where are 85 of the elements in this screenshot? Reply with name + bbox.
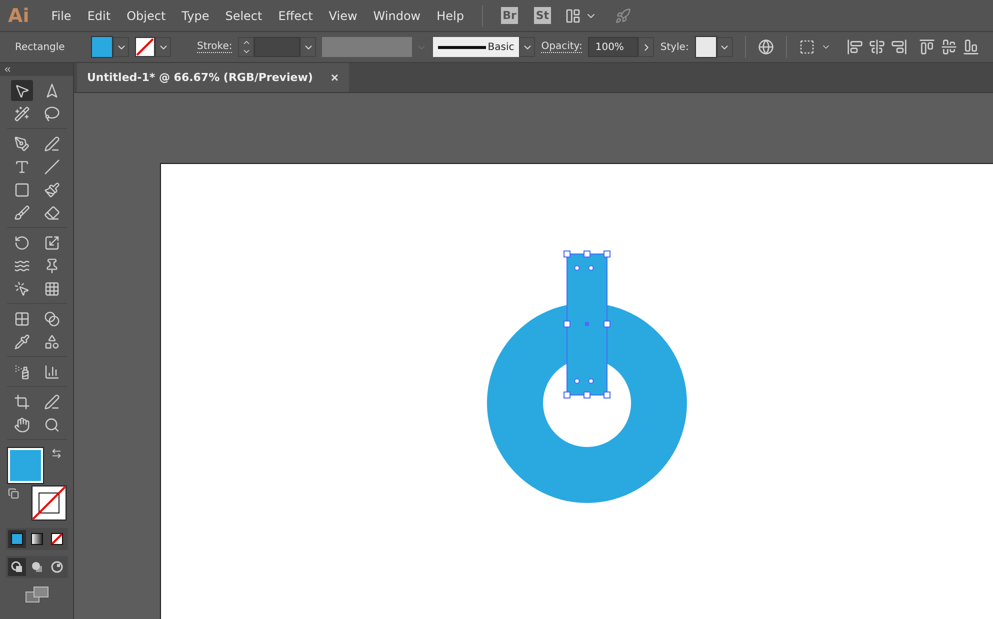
menu-item[interactable]: Object: [118, 8, 174, 22]
chevron-down-icon: [242, 47, 251, 56]
menu-item[interactable]: Type: [174, 8, 218, 22]
app-logo: Ai: [8, 4, 30, 26]
menu-item[interactable]: File: [43, 8, 80, 22]
rectangle-icon: [14, 182, 30, 198]
zoom-icon: [44, 416, 60, 432]
fill-swatch[interactable]: [91, 36, 113, 58]
document-tab[interactable]: Untitled-1* @ 66.67% (RGB/Preview) ×: [77, 63, 348, 92]
pointer-icon: [14, 280, 30, 296]
stroke-dropdown[interactable]: [155, 37, 171, 57]
brush-icon: [14, 204, 30, 220]
stroke-weight-field[interactable]: [254, 37, 300, 57]
transform-icon[interactable]: [798, 39, 815, 55]
collapse-icon[interactable]: [3, 65, 12, 74]
align-right-icon[interactable]: [890, 39, 907, 55]
eraser-icon: [44, 204, 60, 220]
draw-inside-icon: [50, 561, 62, 573]
profile-dropdown[interactable]: [519, 37, 536, 57]
swap-icon[interactable]: [50, 448, 62, 459]
menu-item[interactable]: Window: [365, 8, 429, 22]
default-colors-icon[interactable]: [8, 488, 18, 499]
align-bottom-icon[interactable]: [962, 39, 979, 55]
stroke-profile-value: Basic: [488, 42, 514, 52]
rotate-icon: [14, 234, 30, 250]
grid-icon: [44, 280, 60, 296]
crop-icon: [14, 394, 30, 410]
scale-icon: [44, 234, 60, 250]
bar-chart-icon: [44, 364, 60, 380]
menu-item[interactable]: Select: [217, 8, 270, 22]
app-badge[interactable]: Br: [500, 7, 518, 24]
menu-item[interactable]: Edit: [79, 8, 119, 22]
draw-normal-icon: [10, 561, 22, 573]
lasso-icon: [44, 106, 60, 122]
chevron-up-icon: [242, 38, 251, 47]
stroke-weight-dropdown[interactable]: [300, 37, 316, 57]
selected-rectangle-shape[interactable]: [563, 250, 611, 399]
shapes-icon: [44, 334, 60, 350]
none-icon: [50, 533, 62, 545]
align-top-icon[interactable]: [918, 39, 935, 55]
magic-wand-icon: [14, 106, 30, 122]
document-tab-title: Untitled-1* @ 66.67% (RGB/Preview): [87, 71, 313, 84]
menu-item[interactable]: Effect: [270, 8, 321, 22]
hand-icon: [14, 416, 30, 432]
stroke-label[interactable]: Stroke:: [197, 41, 232, 53]
eyedropper-icon: [14, 334, 30, 350]
workspace-icon[interactable]: [564, 8, 581, 24]
type-icon: [14, 158, 30, 174]
stroke-color-swatch[interactable]: [30, 485, 66, 521]
style-label: Style:: [660, 42, 689, 52]
fill-dropdown[interactable]: [113, 37, 129, 57]
opacity-field[interactable]: 100%: [588, 37, 638, 57]
app-badge[interactable]: St: [534, 7, 551, 24]
stroke-profile-field[interactable]: Basic: [433, 37, 520, 57]
gradient-icon: [44, 310, 60, 326]
opacity-label[interactable]: Opacity:: [541, 41, 582, 53]
style-swatch[interactable]: [694, 36, 717, 58]
menu-item[interactable]: Help: [428, 8, 472, 22]
spray-can-icon: [14, 364, 30, 380]
color-mode-button[interactable]: [8, 530, 26, 548]
mesh-icon: [14, 310, 30, 326]
align-center-icon[interactable]: [868, 39, 885, 55]
warp-icon: [14, 258, 30, 274]
paintbrush-icon: [44, 182, 60, 198]
tool-button[interactable]: [10, 80, 32, 101]
object-type-label: Rectangle: [15, 42, 66, 52]
screen-mode-icon[interactable]: [24, 586, 48, 604]
pin-icon: [44, 258, 60, 274]
stroke-weight-stepper[interactable]: [238, 37, 254, 57]
align-left-icon[interactable]: [846, 39, 863, 55]
stroke-none-swatch[interactable]: [135, 37, 155, 57]
align-middle-icon[interactable]: [940, 39, 957, 55]
menu-item[interactable]: View: [320, 8, 366, 22]
variable-width-field[interactable]: [322, 37, 412, 57]
globe-icon[interactable]: [758, 39, 774, 55]
close-tab-button[interactable]: ×: [330, 70, 338, 85]
style-dropdown[interactable]: [716, 37, 733, 57]
gradient-icon: [30, 533, 42, 545]
stroke-line-icon: [438, 46, 486, 48]
line-icon: [44, 158, 60, 174]
color-icon: [10, 533, 22, 545]
pointer-icon: [14, 82, 30, 98]
draw-behind-icon: [30, 561, 42, 573]
fill-color-swatch[interactable]: [8, 448, 42, 483]
draw-mode-button[interactable]: [8, 558, 26, 576]
